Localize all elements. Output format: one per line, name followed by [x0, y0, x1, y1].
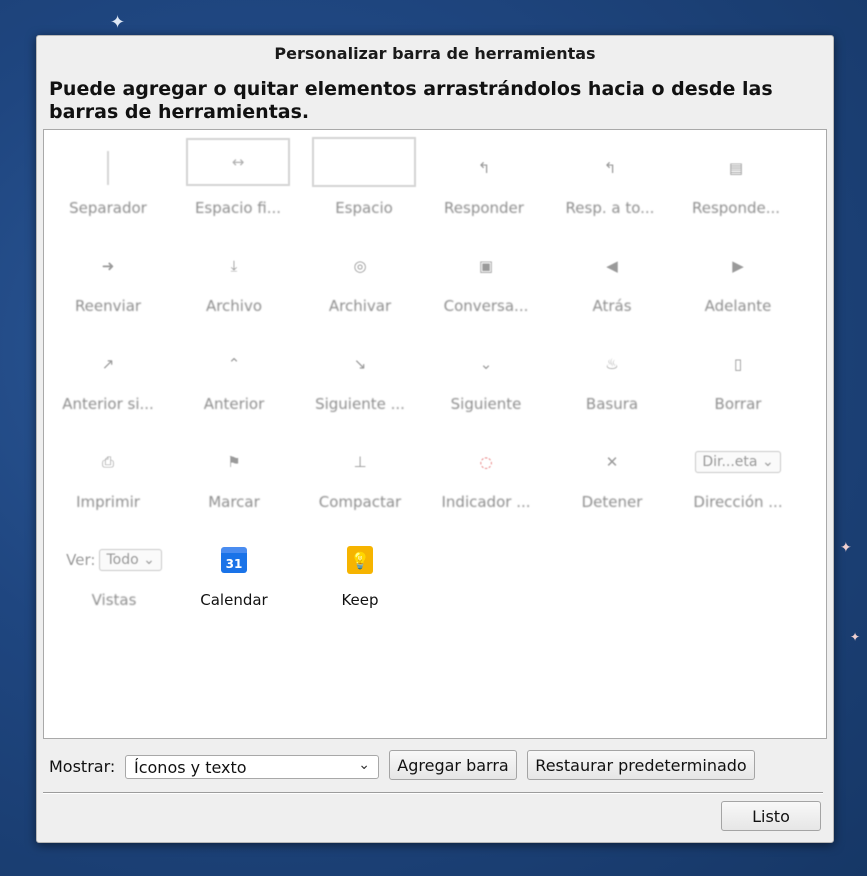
- archive-icon: ◎: [353, 257, 367, 275]
- toolbar-item-palette: Separador ↔ Espacio fi... Espacio ↰ Resp…: [43, 129, 827, 739]
- chevron-down-icon: ⌄: [761, 454, 774, 470]
- palette-item-tag[interactable]: ⚑ Marcar: [174, 428, 294, 518]
- palette-item-address-book[interactable]: Dir...eta ⌄ Dirección ...: [678, 428, 798, 518]
- show-mode-select[interactable]: Íconos y texto ⌄: [125, 755, 379, 779]
- palette-item-file[interactable]: ⤓ Archivo: [174, 232, 294, 322]
- footer-divider: [43, 792, 823, 793]
- reply-all-icon: ↰: [603, 159, 617, 177]
- desktop-sparkle: ✦: [850, 630, 861, 644]
- reply-icon: ↰: [477, 159, 491, 177]
- restore-default-button[interactable]: Restaurar predeterminado: [527, 750, 755, 780]
- views-label: Ver:: [66, 551, 96, 569]
- calendar-icon: 31: [221, 547, 247, 573]
- forward-icon: ➜: [101, 257, 115, 275]
- palette-item-archive[interactable]: ◎ Archivar: [300, 232, 420, 322]
- keep-icon: 💡: [347, 546, 373, 574]
- tag-icon: ⚑: [227, 453, 241, 471]
- conversation-icon: ▣: [478, 257, 494, 275]
- palette-item-fixed-space[interactable]: ↔ Espacio fi...: [178, 134, 298, 224]
- fixed-space-icon: ↔: [186, 138, 290, 186]
- previous-unread-icon: ↗: [101, 355, 115, 373]
- palette-item-print[interactable]: ⎙ Imprimir: [48, 428, 168, 518]
- palette-item-delete[interactable]: ▯ Borrar: [678, 330, 798, 420]
- previous-icon: ⌃: [227, 355, 241, 373]
- palette-item-reply-all[interactable]: ↰ Resp. a to...: [550, 134, 670, 224]
- back-icon: ◀: [606, 257, 618, 275]
- display-options-row: Mostrar: Íconos y texto ⌄ Agregar barra …: [49, 750, 819, 782]
- palette-item-throbber[interactable]: ◌ Indicador ...: [426, 428, 546, 518]
- separator-icon: [107, 151, 109, 185]
- stop-icon: ✕: [605, 453, 619, 471]
- next-icon: ⌄: [479, 355, 493, 373]
- palette-item-flexible-space[interactable]: Espacio: [304, 134, 424, 224]
- palette-item-back[interactable]: ◀ Atrás: [552, 232, 672, 322]
- palette-item-separator[interactable]: Separador: [48, 134, 168, 224]
- next-unread-icon: ↘: [353, 355, 367, 373]
- compact-icon: ⊥: [353, 453, 367, 471]
- desktop-sparkle: ✦: [840, 540, 852, 556]
- done-button[interactable]: Listo: [721, 801, 821, 831]
- palette-item-next[interactable]: ⌄ Siguiente: [426, 330, 546, 420]
- palette-item-conversation[interactable]: ▣ Conversa...: [426, 232, 546, 322]
- reply-list-icon: ▤: [728, 159, 744, 177]
- show-label: Mostrar:: [49, 757, 116, 776]
- add-bar-button[interactable]: Agregar barra: [389, 750, 517, 780]
- views-select: Todo ⌄: [99, 549, 162, 571]
- chevron-down-icon: ⌄: [143, 552, 155, 568]
- instructions-text: Puede agregar o quitar elementos arrastr…: [49, 78, 773, 123]
- palette-item-next-unread[interactable]: ↘ Siguiente ...: [300, 330, 420, 420]
- palette-item-forward-nav[interactable]: ▶ Adelante: [678, 232, 798, 322]
- throbber-icon: ◌: [479, 453, 493, 471]
- forward-arrow-icon: ▶: [732, 257, 744, 275]
- palette-item-views[interactable]: Ver: Todo ⌄ Vistas: [54, 526, 174, 616]
- desktop-sparkle: ✦: [110, 12, 126, 33]
- file-icon: ⤓: [230, 257, 238, 275]
- customize-toolbar-dialog: Personalizar barra de herramientas Puede…: [36, 35, 834, 843]
- palette-item-reply[interactable]: ↰ Responder: [424, 134, 544, 224]
- palette-item-calendar[interactable]: 31 Calendar: [174, 526, 294, 616]
- palette-item-keep[interactable]: 💡 Keep: [300, 526, 420, 616]
- palette-item-forward[interactable]: ➜ Reenviar: [48, 232, 168, 322]
- palette-item-compact[interactable]: ⊥ Compactar: [300, 428, 420, 518]
- palette-item-previous-unread[interactable]: ↗ Anterior si...: [48, 330, 168, 420]
- delete-icon: ▯: [733, 355, 743, 373]
- dialog-title: Personalizar barra de herramientas: [274, 44, 596, 63]
- palette-item-previous[interactable]: ⌃ Anterior: [174, 330, 294, 420]
- palette-item-junk[interactable]: ♨ Basura: [552, 330, 672, 420]
- print-icon: ⎙: [101, 453, 114, 471]
- address-book-select: Dir...eta ⌄: [695, 451, 781, 473]
- chevron-down-icon: ⌄: [358, 757, 370, 773]
- junk-icon: ♨: [605, 355, 619, 373]
- flexible-space-icon: [312, 137, 416, 187]
- palette-item-reply-list[interactable]: ▤ Responde...: [676, 134, 796, 224]
- palette-item-stop[interactable]: ✕ Detener: [552, 428, 672, 518]
